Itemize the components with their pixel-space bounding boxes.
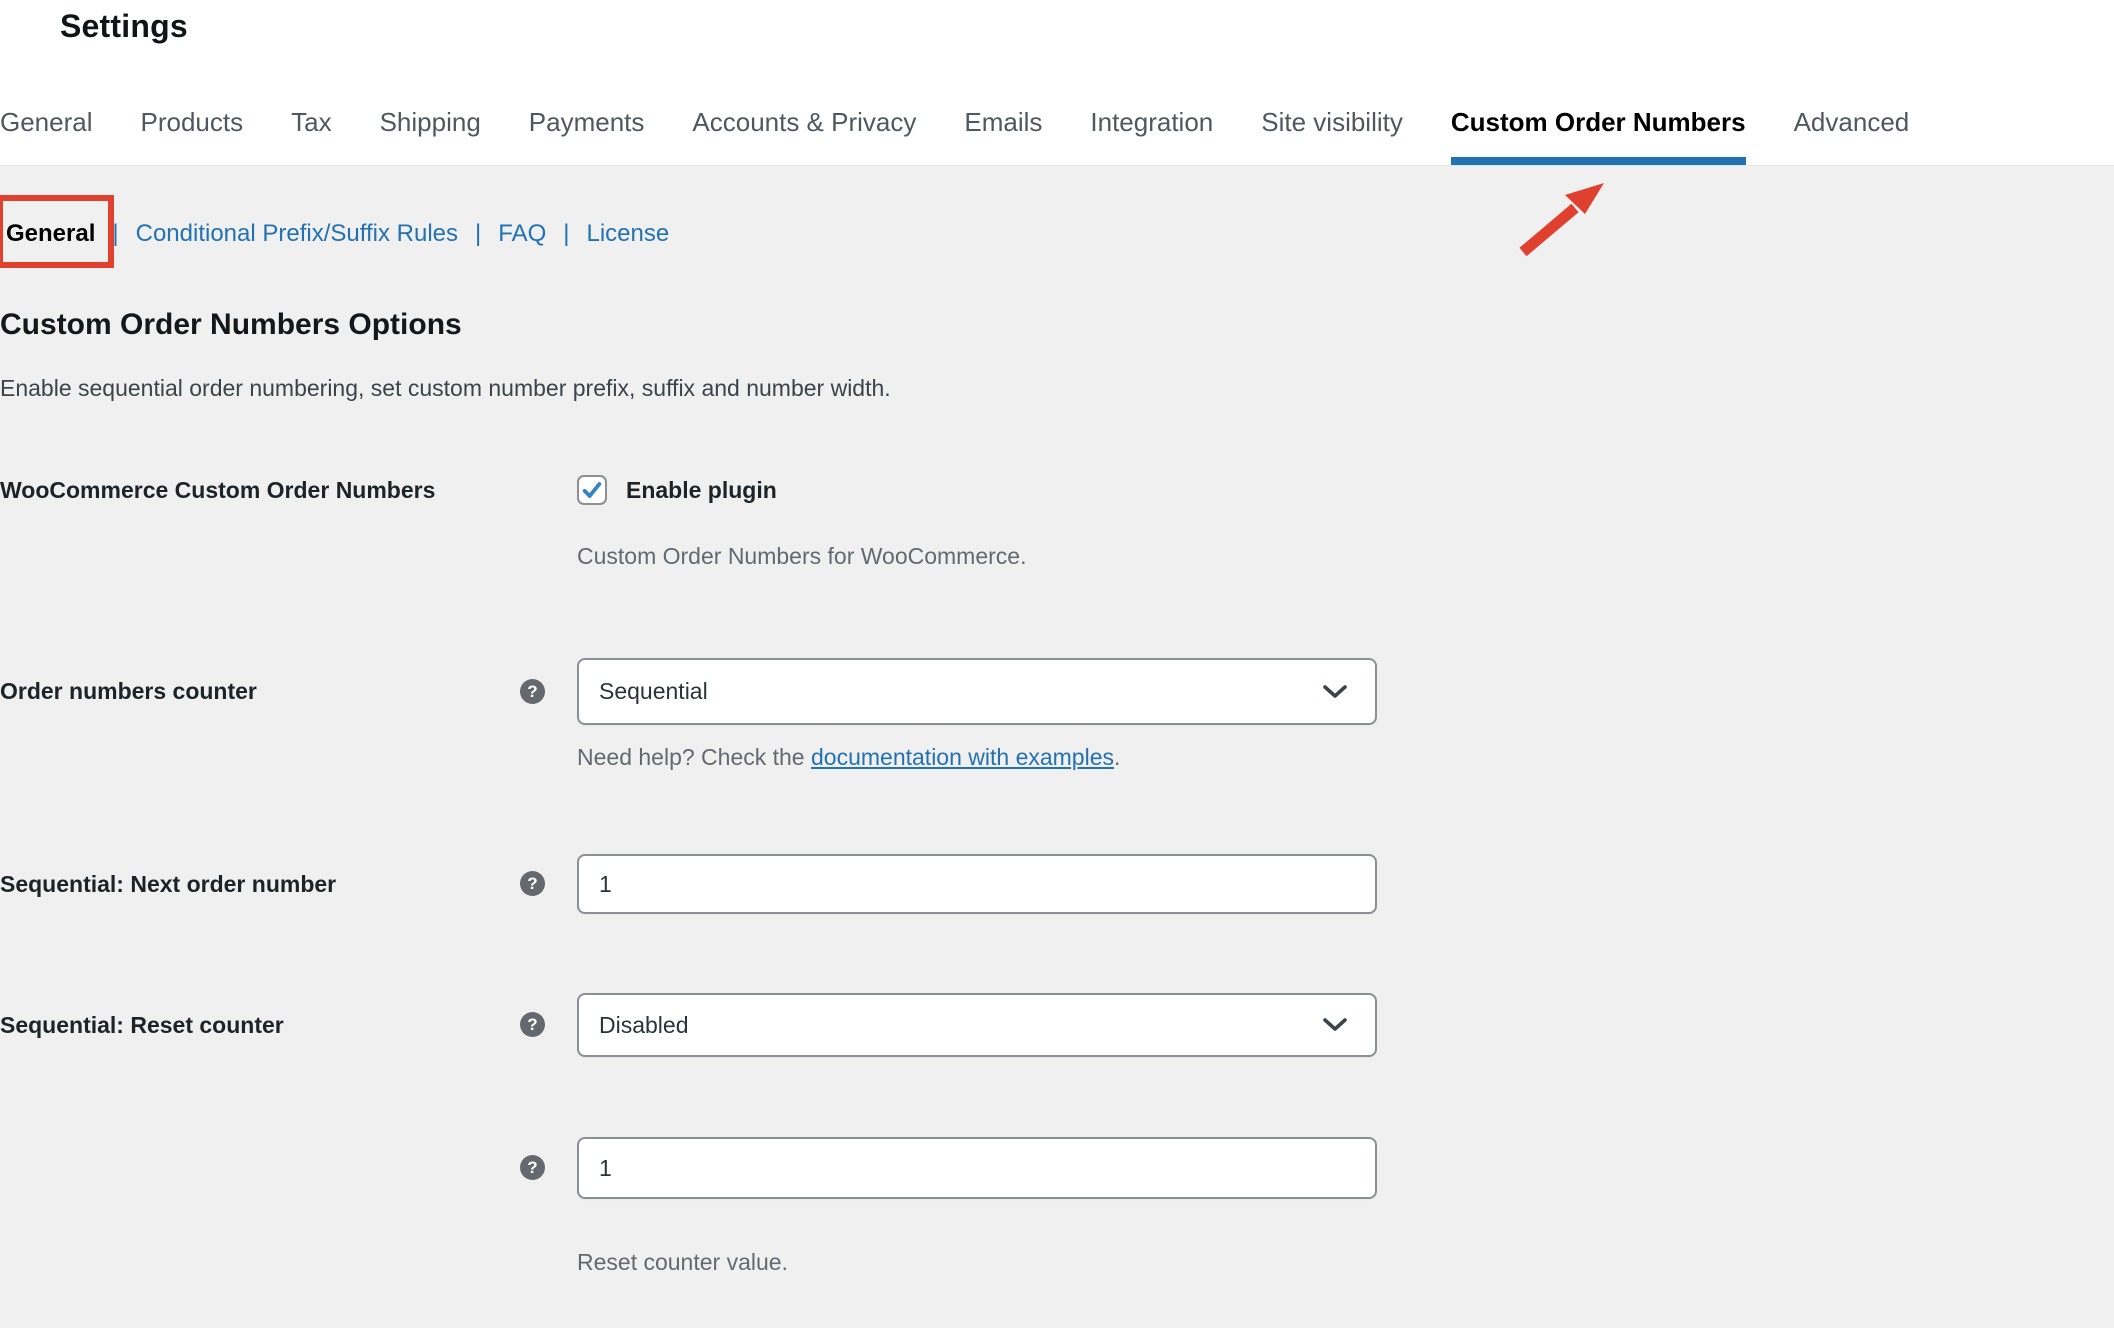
section-description: Enable sequential order numbering, set c… <box>0 374 2114 402</box>
reset-counter-selected-value: Disabled <box>599 1012 689 1039</box>
subnav-item-license[interactable]: License <box>587 218 670 250</box>
tab-integration[interactable]: Integration <box>1090 105 1213 165</box>
order-numbers-counter-selected-value: Sequential <box>599 678 708 705</box>
help-icon[interactable]: ? <box>520 1012 545 1037</box>
settings-tab-bar: General Products Tax Shipping Payments A… <box>0 105 1909 165</box>
next-order-number-input[interactable] <box>577 854 1377 914</box>
chevron-down-icon <box>1321 1016 1349 1034</box>
subnav-item-conditional-rules[interactable]: Conditional Prefix/Suffix Rules <box>136 218 458 250</box>
subnav-separator: | <box>112 218 118 250</box>
tab-site-visibility[interactable]: Site visibility <box>1261 105 1403 165</box>
subnav-item-general[interactable]: General <box>6 218 95 250</box>
enable-plugin-checkbox[interactable] <box>577 475 607 505</box>
settings-content: General | Conditional Prefix/Suffix Rule… <box>0 218 2114 1276</box>
form-row-reset-counter-value: ? Reset counter value. <box>0 1137 2114 1276</box>
subnav-item-faq[interactable]: FAQ <box>498 218 546 250</box>
admin-header: Settings General Products Tax Shipping P… <box>0 0 2114 166</box>
reset-counter-select[interactable]: Disabled <box>577 993 1377 1057</box>
tab-emails[interactable]: Emails <box>964 105 1042 165</box>
reset-counter-value-input[interactable] <box>577 1137 1377 1199</box>
section-heading: Custom Order Numbers Options <box>0 306 2114 344</box>
order-numbers-counter-select[interactable]: Sequential <box>577 658 1377 725</box>
field-label-reset-counter: Sequential: Reset counter <box>0 1007 445 1043</box>
counter-help-text: Need help? Check the documentation with … <box>577 743 1397 771</box>
page-title: Settings <box>60 8 188 45</box>
documentation-link[interactable]: documentation with examples <box>811 744 1114 770</box>
chevron-down-icon <box>1321 683 1349 701</box>
tab-custom-order-numbers[interactable]: Custom Order Numbers <box>1451 105 1746 165</box>
tab-products[interactable]: Products <box>141 105 244 165</box>
field-label-next-order-number: Sequential: Next order number <box>0 866 445 902</box>
help-icon[interactable]: ? <box>520 1155 545 1180</box>
tab-payments[interactable]: Payments <box>529 105 645 165</box>
tab-accounts-privacy[interactable]: Accounts & Privacy <box>692 105 916 165</box>
form-row-next-order-number: Sequential: Next order number ? <box>0 854 2114 914</box>
counter-help-suffix: . <box>1114 744 1120 770</box>
counter-help-prefix: Need help? Check the <box>577 744 811 770</box>
tab-general[interactable]: General <box>0 105 93 165</box>
help-icon[interactable]: ? <box>520 871 545 896</box>
field-label-order-numbers-counter: Order numbers counter <box>0 673 445 709</box>
tab-tax[interactable]: Tax <box>291 105 331 165</box>
tab-shipping[interactable]: Shipping <box>380 105 481 165</box>
enable-plugin-description: Custom Order Numbers for WooCommerce. <box>577 542 1397 570</box>
field-label-enable-plugin: WooCommerce Custom Order Numbers <box>0 472 445 508</box>
enable-plugin-checkbox-label[interactable]: Enable plugin <box>626 477 777 504</box>
form-row-reset-counter: Sequential: Reset counter ? Disabled <box>0 993 2114 1057</box>
subnav-separator: | <box>563 218 569 250</box>
help-icon[interactable]: ? <box>520 679 545 704</box>
form-row-enable-plugin: WooCommerce Custom Order Numbers Enable … <box>0 472 2114 570</box>
form-row-order-numbers-counter: Order numbers counter ? Sequential Need … <box>0 658 2114 771</box>
plugin-subnav: General | Conditional Prefix/Suffix Rule… <box>0 218 2114 250</box>
checkmark-icon <box>581 479 603 501</box>
tab-advanced[interactable]: Advanced <box>1794 105 1910 165</box>
subnav-separator: | <box>475 218 481 250</box>
reset-counter-value-description: Reset counter value. <box>577 1248 1397 1276</box>
